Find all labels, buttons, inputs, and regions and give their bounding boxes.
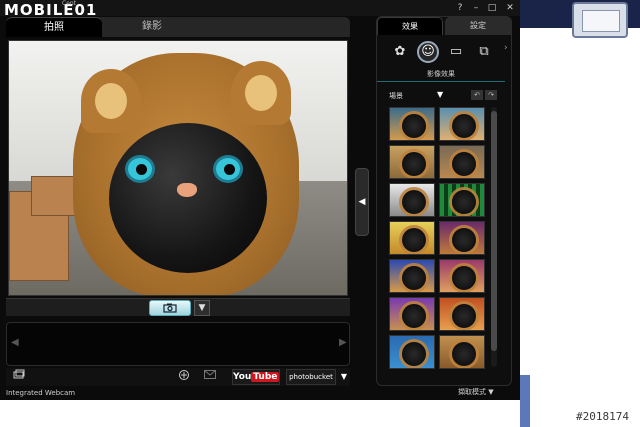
effect-thumbnail[interactable] — [389, 335, 435, 369]
thumbnails-scrollbar[interactable] — [491, 107, 497, 367]
overlay-icon[interactable]: ⧉ — [473, 41, 495, 63]
effect-thumbnail[interactable] — [439, 145, 485, 179]
desktop-area — [0, 400, 520, 427]
tab-settings[interactable]: 設定 — [445, 17, 511, 35]
desktop-background — [520, 0, 640, 427]
plush-nose — [177, 183, 197, 197]
tab-photo[interactable]: 拍照 — [6, 17, 102, 37]
logo-subtext: Cent — [62, 0, 77, 7]
effects-share-icon[interactable] — [176, 369, 192, 385]
effect-thumbnail[interactable] — [439, 221, 485, 255]
gallery-next-arrow[interactable]: ▶ — [339, 337, 347, 348]
share-toolbar: You Tube photobucket ▼ — [6, 368, 350, 386]
effect-thumbnail[interactable] — [389, 183, 435, 217]
youtube-upload-button[interactable]: You Tube — [232, 369, 280, 385]
section-title: 影像效果 — [377, 69, 505, 82]
undo-icon[interactable]: ↶ — [471, 90, 483, 100]
minimize-button[interactable]: – — [470, 2, 482, 14]
email-icon[interactable] — [202, 369, 218, 385]
folder-icon[interactable] — [12, 369, 26, 385]
capture-button[interactable] — [149, 300, 191, 316]
youtube-you-label: You — [233, 372, 252, 382]
effect-thumbnail[interactable] — [439, 297, 485, 331]
captured-media-gallery[interactable]: ◀ ▶ — [6, 322, 350, 366]
capture-options-dropdown[interactable]: ▼ — [194, 300, 210, 316]
capture-toolbar: ▼ — [6, 298, 350, 316]
gallery-prev-arrow[interactable]: ◀ — [11, 337, 19, 348]
palette-icon[interactable]: ✿ — [389, 41, 411, 63]
share-options-dropdown[interactable]: ▼ — [338, 369, 350, 385]
scrollbar-thumb[interactable] — [491, 111, 497, 351]
monitor-icon — [572, 2, 628, 38]
capture-tabs: 拍照 錄影 — [6, 17, 350, 37]
effect-thumbnail[interactable] — [439, 183, 485, 217]
effects-panel: 效果 設定 ✿ ☺ ▭ ⧉ › 影像效果 場景 ▼ ↶ ↷ — [376, 16, 512, 386]
desktop-edge-bar — [520, 375, 530, 427]
presentation-icon[interactable]: ▭ — [445, 41, 467, 63]
face-tracking-icon[interactable]: ☺ — [417, 41, 439, 63]
camera-icon — [163, 303, 177, 313]
effect-thumbnails — [389, 107, 489, 369]
effect-thumbnail[interactable] — [389, 221, 435, 255]
effect-thumbnail[interactable] — [439, 107, 485, 141]
youtube-tube-label: Tube — [251, 372, 280, 382]
effect-thumbnail[interactable] — [389, 107, 435, 141]
photobucket-upload-button[interactable]: photobucket — [286, 369, 336, 385]
camera-preview — [8, 40, 348, 296]
redo-icon[interactable]: ↷ — [485, 90, 497, 100]
plush-ear-right — [231, 61, 291, 125]
plush-face — [109, 123, 267, 273]
device-name: Integrated Webcam — [6, 389, 76, 397]
webcam-app-window: MOBILE01 Cent ? – □ ✕ 拍照 錄影 ▼ ◀ ▶ You Tu… — [0, 0, 520, 400]
photobucket-label: photobucket — [289, 373, 333, 381]
collapse-panel-handle[interactable]: ◀ — [355, 168, 369, 236]
help-button[interactable]: ? — [454, 2, 466, 14]
effect-thumbnail[interactable] — [389, 145, 435, 179]
effect-thumbnail[interactable] — [389, 259, 435, 293]
title-bar: MOBILE01 Cent ? – □ ✕ — [0, 0, 520, 19]
scene-dropdown[interactable]: ▼ — [437, 90, 443, 99]
effect-thumbnail[interactable] — [439, 259, 485, 293]
effect-thumbnail[interactable] — [439, 335, 485, 369]
plush-eye-right — [213, 155, 243, 183]
effect-thumbnail[interactable] — [389, 297, 435, 331]
watermark-id: #2018174 — [576, 410, 629, 423]
tab-effects[interactable]: 效果 — [377, 17, 443, 35]
close-button[interactable]: ✕ — [504, 2, 516, 14]
more-modes-arrow[interactable]: › — [504, 43, 508, 53]
scene-label: 場景 — [389, 92, 403, 100]
plush-eye-left — [125, 155, 155, 183]
capture-mode-dropdown[interactable]: 擷取模式 ▼ — [458, 387, 494, 397]
maximize-button[interactable]: □ — [486, 2, 498, 14]
plush-ear-left — [81, 69, 141, 133]
tab-video[interactable]: 錄影 — [104, 17, 200, 37]
